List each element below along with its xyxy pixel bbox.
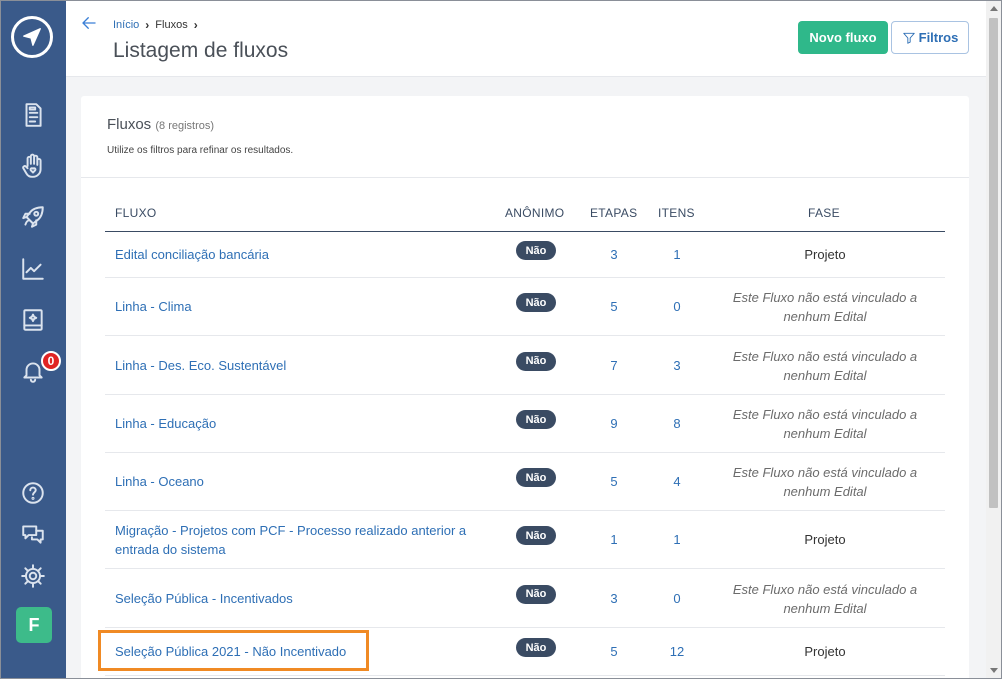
steps-count[interactable]: 9	[594, 414, 634, 433]
list-title: Fluxos (8 registros)	[107, 116, 214, 133]
flow-name-link[interactable]: Linha - Oceano	[115, 472, 495, 491]
notebook-icon[interactable]	[19, 306, 47, 334]
chevron-right-icon: ›	[145, 18, 150, 32]
items-count[interactable]: 12	[657, 642, 697, 661]
col-phase[interactable]: FASE	[808, 206, 840, 220]
scroll-down-icon[interactable]	[990, 668, 998, 673]
help-icon[interactable]	[19, 479, 47, 507]
vertical-scrollbar[interactable]	[986, 1, 1001, 678]
anonymous-badge: Não	[516, 293, 556, 312]
breadcrumb-current: Fluxos	[155, 19, 188, 31]
items-count[interactable]: 1	[657, 530, 697, 549]
steps-count[interactable]: 3	[594, 245, 634, 264]
filter-icon	[902, 32, 915, 44]
list-subtitle: Utilize os filtros para refinar os resul…	[107, 145, 294, 156]
items-count[interactable]: 0	[657, 297, 697, 316]
anonymous-badge: Não	[516, 410, 556, 429]
breadcrumb: Início › Fluxos ›	[113, 18, 198, 32]
anonymous-badge: Não	[516, 351, 556, 371]
filters-button-label: Filtros	[918, 30, 959, 45]
steps-count[interactable]: 7	[594, 356, 634, 375]
card-header: Fluxos (8 registros) Utilize os filtros …	[81, 96, 969, 178]
filters-button[interactable]: Filtros	[891, 21, 969, 54]
items-count[interactable]: 8	[657, 414, 697, 433]
chart-line-icon[interactable]	[19, 255, 47, 283]
breadcrumb-home[interactable]: Início	[113, 19, 139, 31]
col-anonymous[interactable]: ANÔNIMO	[505, 206, 564, 220]
table-row[interactable]: Edital conciliação bancária Não 3 1 Projeto	[105, 232, 945, 278]
items-count[interactable]: 0	[657, 589, 697, 608]
table-header: FLUXO ANÔNIMO ETAPAS ITENS FASE	[105, 202, 945, 232]
col-steps[interactable]: ETAPAS	[590, 206, 637, 220]
flow-name-link[interactable]: Migração - Projetos com PCF - Processo r…	[115, 521, 495, 559]
record-count: (8 registros)	[155, 120, 215, 132]
flow-name-link[interactable]: Linha - Des. Eco. Sustentável	[115, 356, 495, 375]
anonymous-badge: Não	[516, 638, 556, 657]
phase-value: Este Fluxo não está vinculado a nenhum E…	[732, 290, 918, 324]
steps-count[interactable]: 1	[594, 530, 634, 549]
table-row[interactable]: Migração - Projetos com PCF - Processo r…	[105, 511, 945, 569]
steps-count[interactable]: 3	[594, 589, 634, 608]
page-header: Início › Fluxos › Listagem de fluxos Nov…	[66, 1, 986, 77]
chevron-right-icon: ›	[193, 18, 198, 32]
notification-badge: 0	[41, 351, 61, 371]
table-row[interactable]: Seleção Pública - Incentivados Não 3 0 Este …	[105, 569, 945, 628]
anonymous-badge: Não	[516, 468, 556, 487]
back-arrow-icon[interactable]	[80, 14, 98, 32]
phase-value: Projeto	[804, 532, 846, 547]
page-title: Listagem de fluxos	[113, 39, 289, 62]
paper-plane-icon[interactable]	[11, 16, 53, 58]
table-row[interactable]: Linha - Oceano Não 5 4 Este Fluxo não está v…	[105, 453, 945, 511]
scroll-up-icon[interactable]	[990, 6, 998, 11]
chat-icon[interactable]	[19, 520, 47, 548]
items-count[interactable]: 3	[657, 356, 697, 375]
table-row[interactable]: Linha - Clima Não 5 0 Este Fluxo não está vi…	[105, 278, 945, 336]
flow-name-link[interactable]: Linha - Clima	[115, 297, 495, 316]
steps-count[interactable]: 5	[594, 297, 634, 316]
flow-name-link[interactable]: Linha - Educação	[115, 414, 495, 433]
table-row[interactable]: Linha - Des. Eco. Sustentável Não 7 3 Este F…	[105, 336, 945, 395]
avatar[interactable]: F	[16, 607, 52, 643]
flow-name-link[interactable]: Seleção Pública - Incentivados	[115, 589, 495, 608]
hand-heart-icon[interactable]	[19, 152, 47, 180]
sidebar: 0 F	[0, 0, 66, 679]
table-row[interactable]: Linha - Educação Não 9 8 Este Fluxo não está…	[105, 395, 945, 453]
items-count[interactable]: 4	[657, 472, 697, 491]
steps-count[interactable]: 5	[594, 472, 634, 491]
phase-value: Projeto	[804, 247, 846, 262]
gear-icon[interactable]	[19, 562, 47, 590]
phase-value: Este Fluxo não está vinculado a nenhum E…	[732, 581, 918, 616]
flow-name-link[interactable]: Edital conciliação bancária	[115, 245, 495, 264]
scrollbar-thumb[interactable]	[989, 18, 998, 508]
rocket-icon[interactable]	[19, 203, 47, 231]
anonymous-badge: Não	[516, 584, 556, 604]
new-flow-button[interactable]: Novo fluxo	[798, 21, 888, 54]
col-flow[interactable]: FLUXO	[115, 206, 157, 220]
flow-name-link[interactable]: Seleção Pública 2021 - Não Incentivado	[115, 642, 495, 661]
flows-card: Fluxos (8 registros) Utilize os filtros …	[81, 96, 969, 679]
document-icon[interactable]	[19, 101, 47, 129]
phase-value: Projeto	[804, 644, 846, 659]
items-count[interactable]: 1	[657, 245, 697, 264]
phase-value: Este Fluxo não está vinculado a nenhum E…	[732, 465, 918, 499]
phase-value: Este Fluxo não está vinculado a nenhum E…	[732, 348, 918, 383]
col-items[interactable]: ITENS	[658, 206, 695, 220]
steps-count[interactable]: 5	[594, 642, 634, 661]
phase-value: Este Fluxo não está vinculado a nenhum E…	[732, 407, 918, 441]
anonymous-badge: Não	[516, 241, 556, 260]
table-row[interactable]: Seleção Pública 2021 - Não Incentivado Nã…	[105, 628, 945, 676]
anonymous-badge: Não	[516, 526, 556, 545]
list-title-text: Fluxos	[107, 116, 152, 133]
